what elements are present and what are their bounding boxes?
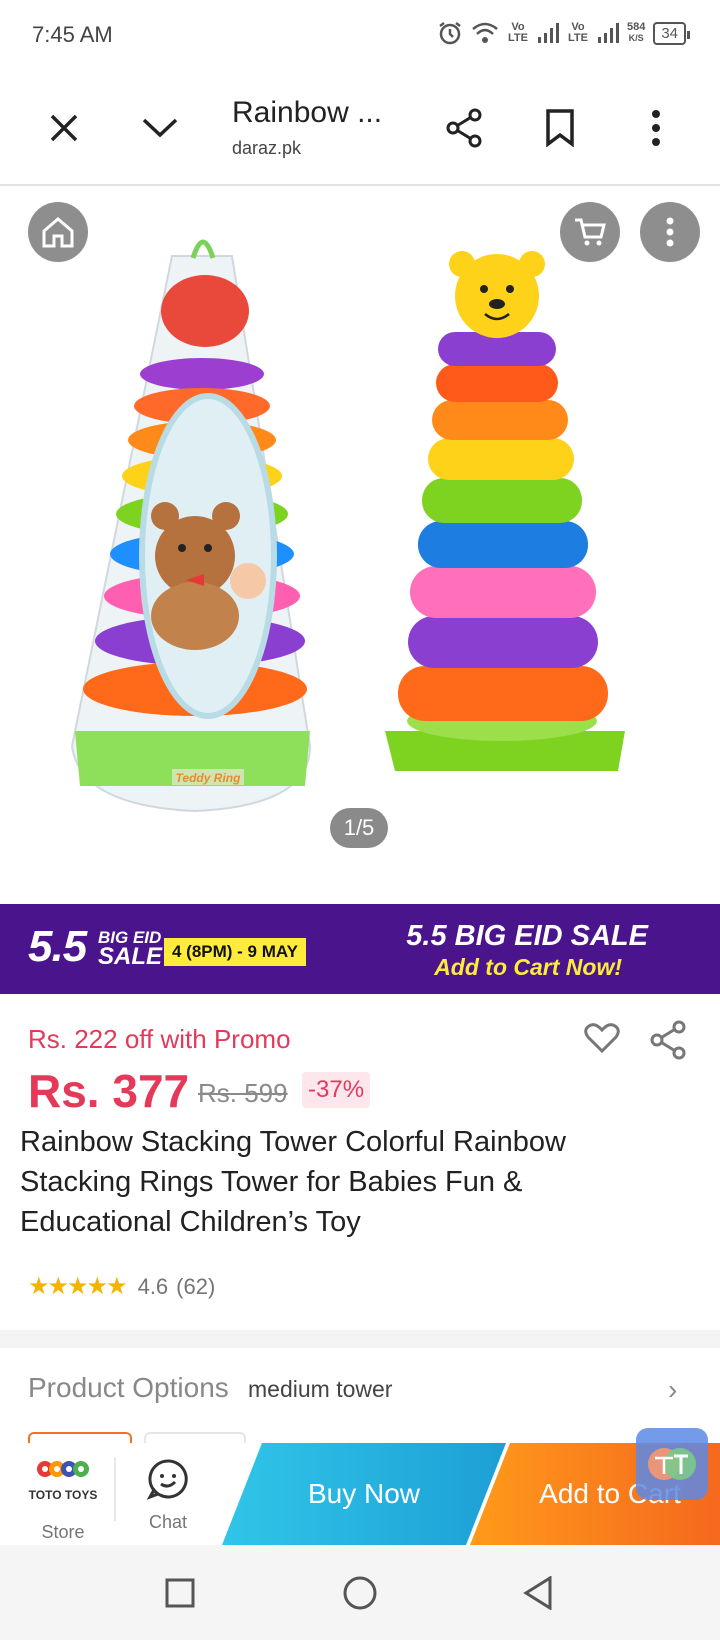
- wishlist-button[interactable]: [584, 1022, 620, 1059]
- chat-icon: [146, 1459, 188, 1500]
- more-vertical-icon: [666, 217, 674, 247]
- share-page-button[interactable]: [438, 102, 490, 154]
- translate-icon: [648, 1448, 696, 1480]
- banner-big-eid: BIG EID SALE: [98, 928, 163, 970]
- cart-button[interactable]: [560, 202, 620, 262]
- data-speed: 584 K/S: [627, 22, 645, 44]
- home-icon: [42, 217, 74, 248]
- product-rating[interactable]: ★★★★★ 4.6 (62): [28, 1272, 215, 1301]
- signal-icon-1: [537, 23, 559, 43]
- promo-text: Rs. 222 off with Promo: [28, 1024, 291, 1054]
- store-button[interactable]: TOTO TOYS Store: [22, 1457, 104, 1543]
- back-button[interactable]: [516, 1571, 560, 1615]
- options-label: Product Options: [28, 1372, 229, 1403]
- share-icon: [446, 108, 482, 148]
- image-counter: 1/5: [330, 808, 388, 848]
- chat-button[interactable]: Chat: [128, 1457, 208, 1533]
- signal-icon-2: [597, 23, 619, 43]
- eid-sale-banner[interactable]: 5.5 BIG EID SALE 4 (8PM) - 9 MAY 5.5 BIG…: [0, 904, 720, 994]
- rating-value: 4.6: [137, 1273, 169, 1299]
- product-title: Rainbow Stacking Tower Colorful Rainbow …: [20, 1126, 566, 1238]
- page-title: Rainbow ...: [232, 96, 383, 129]
- more-options-button[interactable]: [630, 102, 682, 154]
- current-price: Rs. 377: [28, 1065, 190, 1117]
- recents-button[interactable]: [158, 1571, 202, 1615]
- options-value: medium tower: [248, 1376, 393, 1402]
- star-rating-icon: ★★★★★: [28, 1273, 128, 1300]
- packaged-stacking-tower: Teddy Ring: [70, 239, 312, 813]
- banner-sale-text: SALE: [98, 943, 163, 970]
- share-icon: [650, 1020, 686, 1060]
- store-label: Store: [41, 1522, 85, 1542]
- review-count: (62): [176, 1273, 216, 1299]
- divider: [114, 1457, 116, 1521]
- translate-button[interactable]: [636, 1428, 708, 1500]
- status-time: 7:45 AM: [32, 22, 113, 47]
- bookmark-button[interactable]: [534, 102, 586, 154]
- banner-number: 5.5: [28, 922, 87, 971]
- home-button[interactable]: [28, 202, 88, 262]
- system-navigation-bar: [0, 1545, 720, 1640]
- packaging-label: Teddy Ring: [176, 771, 242, 785]
- data-speed-unit: K/S: [628, 33, 644, 43]
- share-product-button[interactable]: [648, 1020, 688, 1065]
- battery-indicator: 34: [653, 21, 690, 45]
- product-image: Teddy Ring: [70, 239, 625, 813]
- status-icons: Vo LTE Vo LTE 584 K/S 34: [437, 20, 690, 46]
- data-speed-value: 584: [626, 21, 646, 33]
- square-icon: [165, 1578, 195, 1608]
- minimize-tab-button[interactable]: [134, 102, 186, 154]
- chevron-right-icon: ›: [668, 1374, 678, 1405]
- network-type-2: Vo LTE: [567, 21, 588, 44]
- gallery-more-button[interactable]: [640, 202, 700, 262]
- product-image-gallery[interactable]: Teddy Ring 1/5: [0, 186, 720, 904]
- store-logo-text: TOTO TOYS: [28, 1488, 98, 1502]
- banner-cta: Add to Cart Now!: [434, 954, 622, 980]
- circle-icon: [343, 1576, 377, 1610]
- close-icon: [50, 114, 78, 142]
- triangle-back-icon: [523, 1576, 552, 1610]
- stacking-tower: [385, 251, 625, 771]
- more-vertical-icon: [652, 110, 660, 146]
- banner-dates: 4 (8PM) - 9 MAY: [164, 938, 306, 966]
- bookmark-icon: [546, 109, 574, 147]
- banner-headline: 5.5 BIG EID SALE: [406, 920, 648, 952]
- discount-badge: -37%: [302, 1072, 371, 1108]
- product-options-row[interactable]: Product Options medium tower ›: [0, 1348, 720, 1454]
- alarm-icon: [439, 22, 461, 45]
- status-bar: 7:45 AM Vo LTE Vo LTE 584 K/S 34: [0, 0, 720, 72]
- chevron-down-icon: [142, 118, 178, 138]
- network-type-1: Vo LTE: [507, 21, 528, 44]
- heart-icon: [584, 1023, 620, 1054]
- page-domain: daraz.pk: [232, 138, 302, 158]
- bottom-action-bar: TOTO TOYS Store Chat Buy Now Add to Cart: [0, 1443, 720, 1545]
- custom-tab-toolbar: Rainbow ... daraz.pk: [0, 72, 720, 186]
- product-info: Rs. 222 off with Promo Rs. 377 Rs. 599 -…: [0, 994, 720, 1330]
- home-nav-button[interactable]: [338, 1571, 382, 1615]
- store-logo-icon: [37, 1461, 89, 1477]
- buy-now-button[interactable]: Buy Now: [222, 1443, 506, 1545]
- original-price: Rs. 599: [198, 1078, 288, 1108]
- cart-icon: [575, 218, 606, 246]
- close-tab-button[interactable]: [38, 102, 90, 154]
- wifi-icon: [472, 22, 498, 43]
- chat-label: Chat: [148, 1512, 188, 1532]
